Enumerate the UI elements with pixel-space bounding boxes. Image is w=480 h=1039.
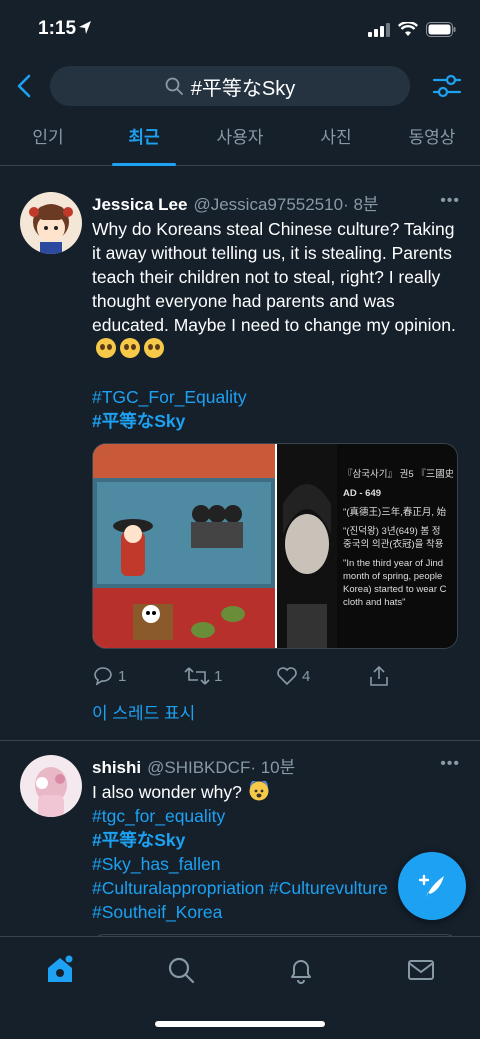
- tweet-header: shishi @SHIBKDCF · 10분: [92, 741, 460, 778]
- tweet-text: I also wonder why?: [92, 778, 460, 804]
- retweet-icon: [184, 667, 210, 685]
- tweet-header: Jessica Lee @Jessica97552510 · 8분: [92, 178, 460, 215]
- status-bar: 1:15: [0, 0, 480, 60]
- tweet-text: Why do Koreans steal Chinese culture? Ta…: [92, 217, 460, 361]
- reply-button[interactable]: 1: [92, 666, 184, 686]
- like-button[interactable]: 4: [276, 666, 368, 686]
- like-count: 4: [302, 667, 311, 685]
- portrait-photo: [277, 444, 337, 648]
- messages-mail-icon[interactable]: [406, 955, 436, 985]
- tweet-text-content: I also wonder why?: [92, 782, 242, 802]
- home-icon[interactable]: [45, 955, 75, 985]
- heart-icon: [277, 667, 297, 686]
- cellular-signal-icon: [368, 22, 390, 37]
- pleading-face-emoji: [96, 338, 116, 358]
- tweet-actions: 1 1 4: [92, 653, 460, 699]
- hashtag-link[interactable]: #平等なSky: [92, 409, 460, 433]
- hashtag-link[interactable]: #tgc_for_equality: [92, 804, 460, 828]
- pleading-face-emoji: [144, 338, 164, 358]
- tweet-time: · 8분: [343, 195, 379, 214]
- avatar-illustration: [20, 192, 82, 254]
- status-time: 1:15: [38, 18, 77, 39]
- comic-image[interactable]: [93, 444, 275, 648]
- show-thread-link[interactable]: 이 스레드 표시: [92, 699, 460, 740]
- tab-top[interactable]: 인기: [0, 112, 96, 165]
- tab-latest[interactable]: 최근: [96, 112, 192, 166]
- back-arrow-icon[interactable]: [12, 72, 38, 100]
- tweet-feed: Jessica Lee @Jessica97552510 · 8분 ••• Wh…: [0, 178, 480, 956]
- filter-settings-icon[interactable]: [432, 72, 462, 100]
- search-icon: [165, 77, 183, 95]
- home-indicator: [155, 1021, 325, 1027]
- search-query: #平等なSky: [190, 77, 296, 100]
- tab-videos[interactable]: 동영상: [384, 112, 480, 165]
- reply-icon: [94, 667, 112, 686]
- status-icons: [368, 22, 456, 37]
- more-options-icon[interactable]: •••: [440, 755, 460, 773]
- search-icon[interactable]: [166, 955, 196, 985]
- comic-illustration: [93, 444, 275, 648]
- tweet-text-content: Why do Koreans steal Chinese culture? Ta…: [92, 219, 456, 335]
- location-arrow-icon: [79, 21, 91, 34]
- tab-photos[interactable]: 사진: [288, 112, 384, 165]
- share-icon: [370, 665, 388, 686]
- search-header: #平等なSky: [0, 64, 480, 108]
- retweet-button[interactable]: 1: [184, 666, 276, 686]
- search-input[interactable]: #平等なSky: [50, 66, 410, 106]
- compose-tweet-button[interactable]: [398, 852, 466, 920]
- tweet[interactable]: Jessica Lee @Jessica97552510 · 8분 ••• Wh…: [0, 178, 480, 741]
- tweet-time: · 10분: [250, 758, 296, 777]
- tweet[interactable]: shishi @SHIBKDCF · 10분 ••• I also wonder…: [0, 741, 480, 956]
- more-options-icon[interactable]: •••: [440, 192, 460, 210]
- user-handle: @Jessica97552510: [193, 195, 344, 214]
- reply-count: 1: [118, 667, 127, 685]
- user-handle: @SHIBKDCF: [147, 758, 251, 777]
- history-text-image[interactable]: 『삼국사기』 권5 『三國史 AD - 649 "(真德王)三年,春正月, 始 …: [275, 444, 457, 648]
- compose-feather-icon: [418, 874, 444, 898]
- notifications-bell-icon[interactable]: [286, 955, 316, 985]
- anxious-face-emoji: [249, 778, 269, 801]
- avatar[interactable]: [20, 755, 82, 817]
- display-name[interactable]: Jessica Lee: [92, 195, 187, 215]
- avatar[interactable]: [20, 192, 82, 254]
- share-button[interactable]: [368, 665, 460, 687]
- tab-people[interactable]: 사용자: [192, 112, 288, 165]
- hashtag-link[interactable]: #平等なSky: [92, 828, 460, 852]
- tweet-media[interactable]: 『삼국사기』 권5 『三國史 AD - 649 "(真德王)三年,春正月, 始 …: [92, 443, 458, 649]
- pleading-face-emoji: [120, 338, 140, 358]
- battery-icon: [426, 22, 456, 37]
- history-text: 『삼국사기』 권5 『三國史 AD - 649 "(真德王)三年,春正月, 始 …: [343, 469, 453, 608]
- hashtag-link[interactable]: #TGC_For_Equality: [92, 385, 460, 409]
- retweet-count: 1: [214, 667, 223, 685]
- search-tabs: 인기 최근 사용자 사진 동영상: [0, 112, 480, 166]
- avatar-photo: [20, 755, 82, 817]
- wifi-icon: [398, 22, 418, 36]
- display-name[interactable]: shishi: [92, 758, 141, 778]
